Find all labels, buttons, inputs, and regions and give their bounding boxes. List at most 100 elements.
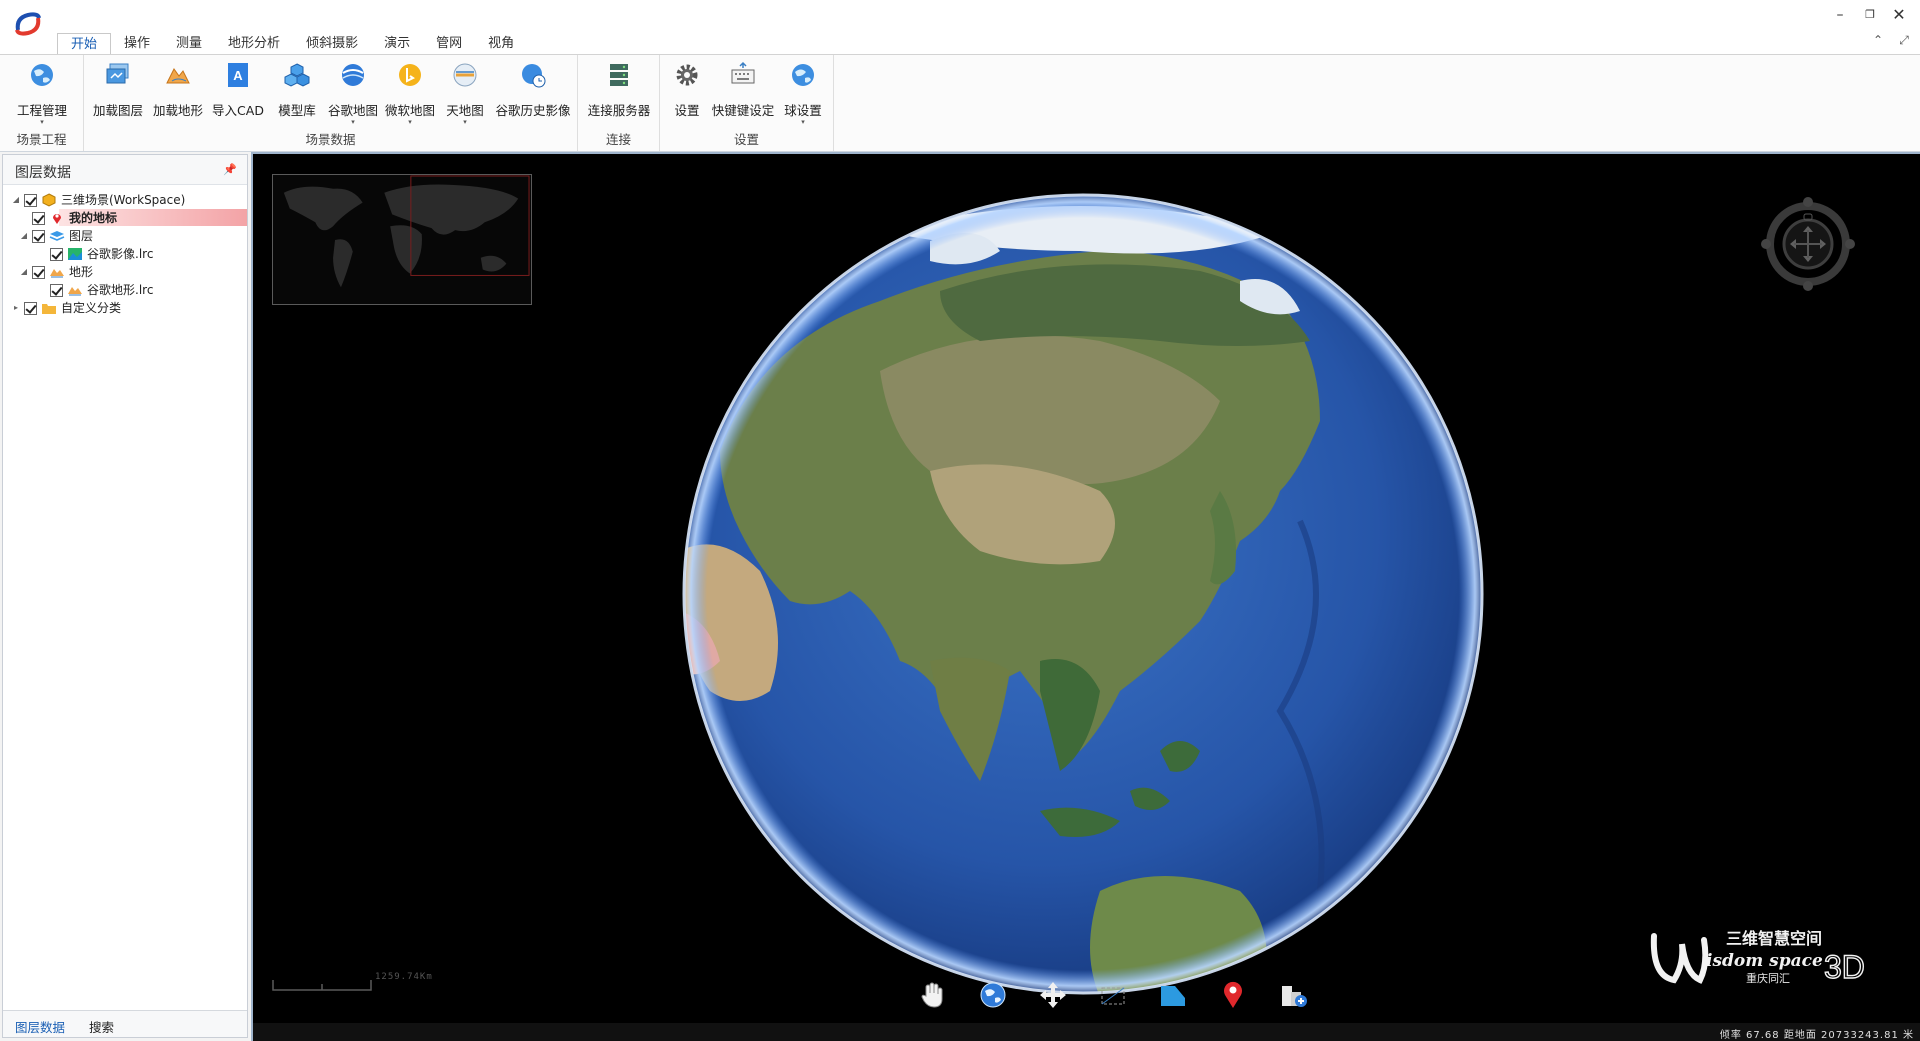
collapse-icon[interactable]: ◢ bbox=[19, 227, 29, 245]
polygon-icon bbox=[1161, 986, 1185, 1006]
checkbox[interactable] bbox=[32, 265, 45, 279]
title-bar: 开始 操作 测量 地形分析 倾斜摄影 演示 管网 视角 – ❐ ✕ ⌃ ⤢ bbox=[0, 0, 1920, 56]
minimize-button[interactable]: – bbox=[1830, 6, 1850, 24]
tree-node-google-terrain[interactable]: 谷歌地形.lrc bbox=[47, 281, 153, 299]
globe-rotate-tool[interactable] bbox=[963, 978, 1023, 1012]
tree-node-terrain[interactable]: ◢ 地形 bbox=[21, 263, 93, 281]
rectangle-select-tool[interactable] bbox=[1083, 978, 1143, 1012]
panel-header: 图层数据 📌 bbox=[3, 155, 247, 185]
keyboard-icon bbox=[731, 61, 755, 84]
layer-panel: 图层数据 📌 ◢ 三维场景(WorkSpace) 我的地标 ◢ 图层 谷歌影像.… bbox=[2, 154, 248, 1038]
globe-icon bbox=[980, 982, 1006, 1008]
connect-server-button[interactable]: 连接服务器 bbox=[584, 61, 654, 123]
panel-bottom-tabs: 图层数据 搜索 bbox=[3, 1010, 247, 1037]
history-globe-icon bbox=[522, 64, 546, 88]
google-map-button[interactable]: 谷歌地图 ▾ bbox=[324, 61, 382, 126]
tab-layer-data[interactable]: 图层数据 bbox=[15, 1017, 65, 1036]
import-cad-button[interactable]: A 导入CAD bbox=[210, 61, 266, 123]
collapse-ribbon-icon[interactable]: ⌃ bbox=[1869, 33, 1887, 51]
bing-map-button[interactable]: 微软地图 ▾ bbox=[382, 61, 438, 126]
restore-button[interactable]: ❐ bbox=[1860, 6, 1880, 24]
close-button[interactable]: ✕ bbox=[1889, 6, 1909, 24]
checkbox[interactable] bbox=[50, 247, 63, 261]
google-history-imagery-button[interactable]: 谷歌历史影像 bbox=[492, 61, 574, 123]
app-logo[interactable] bbox=[12, 8, 44, 40]
project-management-button[interactable]: 工程管理 ▾ bbox=[8, 61, 76, 126]
collapse-icon[interactable]: ◢ bbox=[11, 191, 21, 209]
group-scene-project: 工程管理 ▾ 场景工程 bbox=[0, 55, 84, 151]
collapse-icon[interactable]: ◢ bbox=[19, 263, 29, 281]
imagery-icon bbox=[68, 248, 82, 260]
add-placemark-tool[interactable] bbox=[1203, 978, 1263, 1012]
move-tool[interactable] bbox=[1023, 978, 1083, 1012]
globe-settings-button[interactable]: 球设置 ▾ bbox=[778, 61, 828, 126]
scale-bar bbox=[272, 980, 372, 991]
svg-text:A: A bbox=[233, 68, 243, 83]
checkbox[interactable] bbox=[32, 229, 45, 243]
pin-icon[interactable]: 📌 bbox=[223, 163, 237, 176]
brand-sub-text: 重庆同汇 bbox=[1746, 971, 1790, 985]
rectangle-select-icon bbox=[1101, 987, 1125, 1005]
checkbox[interactable] bbox=[32, 211, 45, 225]
expand-icon[interactable]: ▸ bbox=[11, 299, 21, 317]
group-connect: 连接服务器 连接 bbox=[578, 55, 660, 151]
move-arrows-icon bbox=[1040, 982, 1066, 1008]
gear-icon bbox=[676, 64, 698, 86]
load-layer-button[interactable]: 加载图层 bbox=[90, 61, 146, 123]
brand-3d-text: 3D bbox=[1824, 949, 1865, 985]
pan-hand-tool[interactable] bbox=[903, 978, 963, 1012]
globe-viewport[interactable]: 1259.74Km 三维智慧空间 isdom space 3D 重庆同汇 倾率 … bbox=[251, 152, 1920, 1041]
tab-measure[interactable]: 测量 bbox=[163, 33, 215, 55]
brand-cn-text: 三维智慧空间 bbox=[1726, 929, 1822, 948]
tree-node-my-landmark[interactable]: 我的地标 bbox=[29, 209, 117, 227]
building-add-icon bbox=[1282, 986, 1307, 1007]
brand-logo: 三维智慧空间 isdom space 3D 重庆同汇 bbox=[1650, 929, 1866, 986]
panel-title: 图层数据 bbox=[15, 165, 71, 181]
tianditu-icon bbox=[453, 63, 477, 87]
tree-node-workspace[interactable]: ◢ 三维场景(WorkSpace) bbox=[11, 191, 185, 209]
cube-icon bbox=[42, 193, 56, 207]
tab-demo[interactable]: 演示 bbox=[371, 33, 423, 55]
map-pin-icon bbox=[1224, 981, 1242, 1008]
fullscreen-icon[interactable]: ⤢ bbox=[1895, 33, 1913, 51]
server-icon bbox=[610, 64, 628, 86]
cubes-icon bbox=[284, 63, 310, 87]
tab-operation[interactable]: 操作 bbox=[111, 33, 163, 55]
shortcut-settings-button[interactable]: 快键键设定 bbox=[710, 61, 776, 123]
tree-node-layers[interactable]: ◢ 图层 bbox=[21, 227, 93, 245]
ribbon: 工程管理 ▾ 场景工程 加载图层 加载地形 A 导入CAD 模型库 谷歌地图 ▾… bbox=[0, 54, 1920, 152]
tab-search[interactable]: 搜索 bbox=[89, 1017, 114, 1036]
brand-en-text: isdom space bbox=[1706, 951, 1823, 971]
tree-node-custom-category[interactable]: ▸ 自定义分类 bbox=[11, 299, 121, 317]
load-terrain-button[interactable]: 加载地形 bbox=[150, 61, 206, 123]
viewport-toolbar bbox=[903, 978, 1323, 1012]
status-readout: 倾率 67.68 距地面 20733243.81 米 bbox=[1719, 1030, 1914, 1041]
checkbox[interactable] bbox=[50, 283, 63, 297]
tab-terrain-analysis[interactable]: 地形分析 bbox=[215, 33, 293, 55]
group-settings: 设置 快键键设定 球设置 ▾ 设置 bbox=[660, 55, 834, 151]
terrain-icon bbox=[50, 269, 64, 278]
navigation-compass[interactable] bbox=[1760, 196, 1856, 292]
polygon-draw-tool[interactable] bbox=[1143, 978, 1203, 1012]
add-building-tool[interactable] bbox=[1263, 978, 1323, 1012]
globe-settings-icon bbox=[792, 64, 814, 86]
load-terrain-icon bbox=[166, 68, 190, 84]
tianditu-button[interactable]: 天地图 ▾ bbox=[438, 61, 492, 126]
tab-start[interactable]: 开始 bbox=[57, 33, 112, 56]
tree-node-google-imagery[interactable]: 谷歌影像.lrc bbox=[47, 245, 153, 263]
map-pin-icon bbox=[53, 214, 61, 224]
overview-minimap[interactable] bbox=[272, 174, 532, 305]
layers-icon bbox=[49, 231, 65, 241]
checkbox[interactable] bbox=[24, 301, 37, 315]
cad-icon: A bbox=[228, 63, 248, 87]
model-library-button[interactable]: 模型库 bbox=[270, 61, 324, 123]
checkbox[interactable] bbox=[24, 193, 37, 207]
ribbon-tabs: 开始 操作 测量 地形分析 倾斜摄影 演示 管网 视角 bbox=[57, 33, 527, 56]
tab-pipeline[interactable]: 管网 bbox=[423, 33, 475, 55]
globe-icon bbox=[31, 64, 53, 86]
earth-globe[interactable] bbox=[680, 191, 1486, 997]
tab-view-angle[interactable]: 视角 bbox=[475, 33, 527, 55]
settings-button[interactable]: 设置 bbox=[664, 61, 710, 123]
tab-oblique-photo[interactable]: 倾斜摄影 bbox=[293, 33, 371, 55]
terrain-file-icon bbox=[68, 287, 82, 296]
